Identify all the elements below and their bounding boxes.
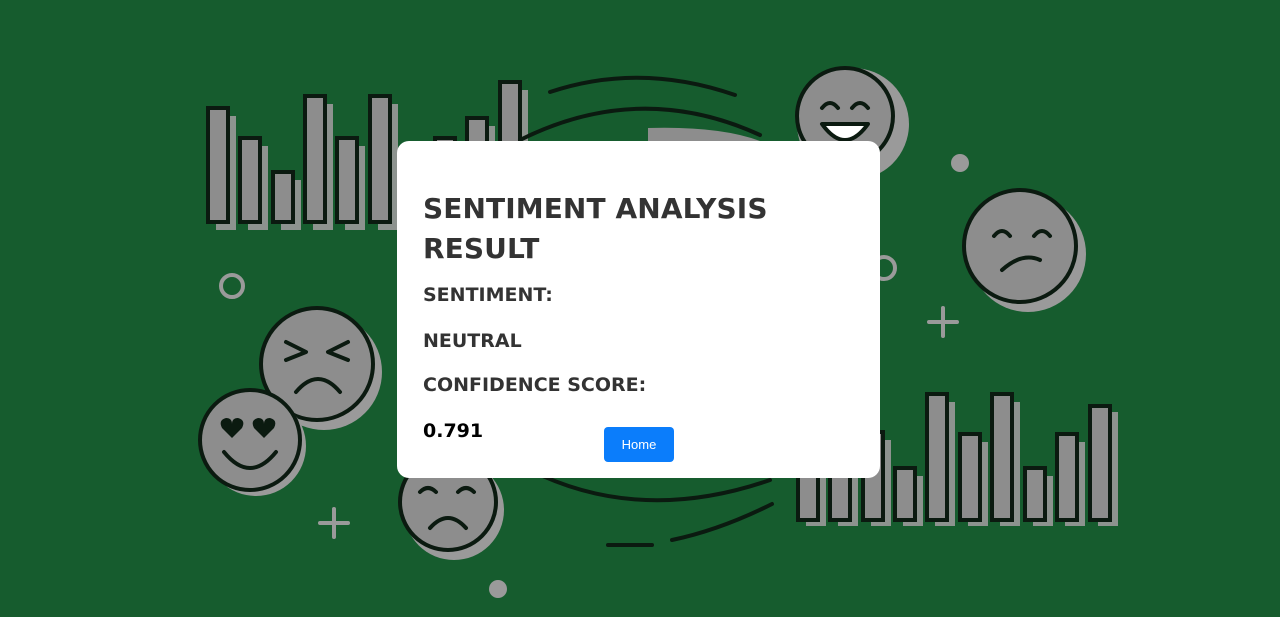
home-button[interactable]: Home xyxy=(604,427,674,462)
sentiment-value: NEUTRAL xyxy=(423,330,522,352)
confidence-score-label: CONFIDENCE SCORE: xyxy=(423,374,647,396)
sentiment-label: SENTIMENT: xyxy=(423,284,553,306)
page-title: SENTIMENT ANALYSIS RESULT xyxy=(423,192,768,265)
page-background: SENTIMENT ANALYSIS RESULT SENTIMENT: NEU… xyxy=(0,0,1280,617)
result-card: SENTIMENT ANALYSIS RESULT SENTIMENT: NEU… xyxy=(397,141,880,478)
